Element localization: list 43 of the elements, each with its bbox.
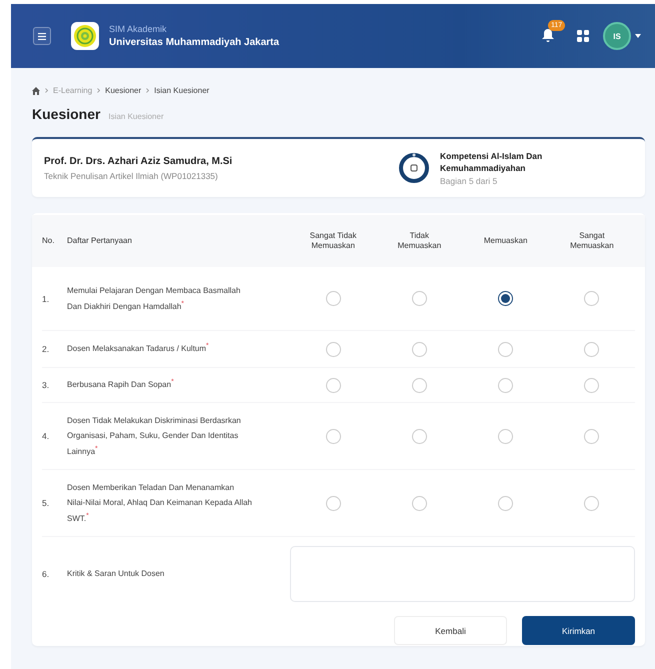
lecturer-name: Prof. Dr. Drs. Azhari Aziz Samudra, M.Si xyxy=(44,156,234,166)
section-title: Kompetensi Al-Islam Dan Kemuhammadiyahan xyxy=(440,150,544,174)
question-text: Dosen Memberikan Teladan Dan Menanamkan Nilai-Nilai Moral, Ahlaq Dan Keimanan Kepada Allah SWT.$^{*}$ xyxy=(67,482,252,525)
breadcrumb-link[interactable]: Kuesioner xyxy=(105,86,142,95)
question-text: Kritik & Saran Untuk Dosen xyxy=(67,568,166,580)
feedback-field[interactable] xyxy=(290,546,635,602)
column-header: Daftar Pertanyaan xyxy=(67,236,132,246)
question-text: Dosen Tidak Melakukan Diskriminasi Berdasrkan Organisasi, Paham, Suku, Gender Dan Identitas Lainnya$^{*}$ xyxy=(67,414,242,458)
chevron-icon xyxy=(45,88,48,93)
column-header: Sangat Tidak Memuaskan xyxy=(308,230,358,252)
home-icon[interactable] xyxy=(32,86,40,94)
caret-icon[interactable] xyxy=(635,34,641,38)
question-number: 5. xyxy=(42,498,50,508)
question-number: 6. xyxy=(42,569,50,579)
column-header: No. xyxy=(42,236,54,246)
question-number: 2. xyxy=(42,344,50,354)
logo-icon xyxy=(71,22,99,50)
question-text: Memulai Pelajaran Dengan Membaca Basmallah Dan Diakhiri Dengan Hamdallah$^{*}$ xyxy=(67,284,242,313)
submit-button[interactable]: Kirimkan xyxy=(522,616,635,645)
chevron-icon xyxy=(97,88,100,93)
column-header: Memuaskan xyxy=(484,236,528,246)
apps-grid-icon[interactable] xyxy=(577,30,589,42)
app-name: SIM Akademik xyxy=(109,24,168,34)
menu-button[interactable] xyxy=(33,27,51,45)
question-text: Dosen Melaksanakan Tadarus / Kultum$^{*}$ xyxy=(67,342,210,356)
back-button[interactable]: Kembali xyxy=(394,616,507,645)
institution-name: Universitas Muhammadiyah Jakarta xyxy=(109,37,280,48)
progress-ring-icon xyxy=(398,152,430,184)
question-number: 1. xyxy=(42,294,50,304)
radio-button[interactable] xyxy=(498,291,514,306)
course-name: Teknik Penulisan Artikel Ilmiah (WP01021335) xyxy=(44,170,219,180)
page-subtitle: Isian Kuesioner xyxy=(108,112,164,121)
question-text: Berbusana Rapih Dan Sopan$^{*}$ xyxy=(67,378,175,392)
menu-icon xyxy=(38,32,46,40)
section-progress: Bagian 5 dari 5 xyxy=(440,176,498,186)
chevron-icon xyxy=(146,88,150,93)
column-header: Tidak Memuaskan xyxy=(396,230,442,252)
page-title: Kuesioner xyxy=(32,106,100,122)
question-number: 4. xyxy=(42,431,50,441)
bell-icon[interactable] xyxy=(541,28,555,43)
breadcrumb-link[interactable]: Isian Kuesioner xyxy=(154,86,210,95)
column-header: Sangat Memuaskan xyxy=(569,230,615,252)
question-number: 3. xyxy=(42,380,50,390)
